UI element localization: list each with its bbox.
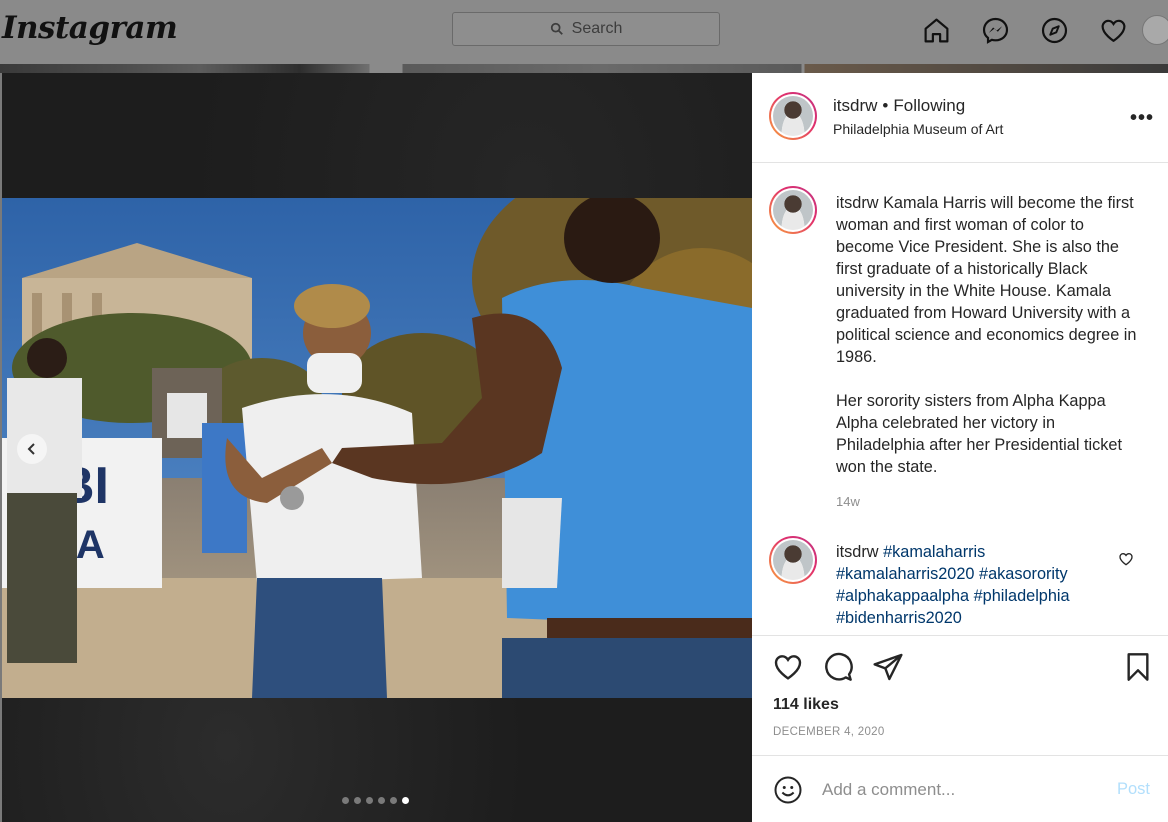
follow-status-button[interactable]: Following xyxy=(893,96,965,115)
hashtag-link[interactable]: #akasorority xyxy=(979,565,1068,583)
search-icon xyxy=(550,22,563,35)
activity-heart-icon[interactable] xyxy=(1097,14,1129,46)
more-options-icon[interactable]: ••• xyxy=(1130,107,1154,130)
carousel-indicator xyxy=(342,797,409,804)
carousel-dot xyxy=(378,797,385,804)
add-comment-bar: Post xyxy=(752,755,1168,822)
instagram-logo[interactable]: Instagram xyxy=(2,10,178,46)
like-heart-icon[interactable] xyxy=(772,651,804,683)
caption: itsdrw Kamala Harris will become the fir… xyxy=(836,192,1146,478)
separator-dot: • xyxy=(882,96,889,115)
hashtag-link[interactable]: #kamalaharris2020 xyxy=(836,565,974,583)
carousel-dot xyxy=(342,797,349,804)
post-sidebar: itsdrw • Following Philadelphia Museum of … xyxy=(752,73,1168,822)
author-avatar[interactable] xyxy=(769,92,817,140)
save-bookmark-icon[interactable] xyxy=(1122,651,1154,683)
post-header: itsdrw • Following Philadelphia Museum of … xyxy=(752,73,1168,163)
post-location[interactable]: Philadelphia Museum of Art xyxy=(833,121,1003,137)
post-photo[interactable]: BI HA xyxy=(2,198,752,698)
profile-avatar[interactable] xyxy=(1142,15,1168,45)
carousel-dot-active xyxy=(402,797,409,804)
emoji-icon[interactable] xyxy=(773,775,803,805)
comment-input[interactable] xyxy=(822,775,1112,805)
author-username[interactable]: itsdrw xyxy=(833,96,877,115)
hashtag-link[interactable]: #bidenharris2020 xyxy=(836,609,962,627)
hashtag-comment: itsdrw #kamalaharris #kamalaharris2020 #… xyxy=(836,541,1106,629)
explore-icon[interactable] xyxy=(1038,14,1070,46)
hashtag-link[interactable]: #kamalaharris xyxy=(883,543,985,561)
feed-background-strip xyxy=(0,64,1168,73)
carousel-dot xyxy=(354,797,361,804)
post-date[interactable]: DECEMBER 4, 2020 xyxy=(773,726,885,738)
carousel-dot xyxy=(366,797,373,804)
home-icon[interactable] xyxy=(920,14,952,46)
messenger-icon[interactable] xyxy=(979,14,1011,46)
post-author: itsdrw • Following xyxy=(833,96,965,116)
caption-username[interactable]: itsdrw xyxy=(836,194,879,212)
share-send-icon[interactable] xyxy=(872,651,904,683)
comment-like-heart-icon[interactable] xyxy=(1118,551,1134,567)
post-media: BI HA xyxy=(2,73,752,822)
carousel-prev-button[interactable] xyxy=(17,434,47,464)
hashtag-link[interactable]: #philadelphia xyxy=(974,587,1070,605)
likes-count[interactable]: 114 likes xyxy=(773,696,839,714)
hashtag-link[interactable]: #alphakappaalpha xyxy=(836,587,969,605)
comments-section: itsdrw Kamala Harris will become the fir… xyxy=(752,163,1168,635)
caption-timestamp[interactable]: 14w xyxy=(836,494,860,509)
search-box[interactable]: Search xyxy=(452,12,720,46)
comment-username[interactable]: itsdrw xyxy=(836,543,879,561)
comment-avatar[interactable] xyxy=(769,536,817,584)
caption-body: Kamala Harris will become the first woma… xyxy=(836,194,1137,476)
post-comment-button[interactable]: Post xyxy=(1117,780,1150,799)
carousel-dot xyxy=(390,797,397,804)
top-nav-bar: Instagram Search xyxy=(0,0,1168,64)
post-actions: 114 likes DECEMBER 4, 2020 xyxy=(752,635,1168,755)
caption-avatar[interactable] xyxy=(769,186,817,234)
search-placeholder: Search xyxy=(571,20,623,37)
chevron-left-icon xyxy=(27,443,35,455)
comment-bubble-icon[interactable] xyxy=(822,651,854,683)
post-photo-illustration: BI HA xyxy=(2,198,752,698)
